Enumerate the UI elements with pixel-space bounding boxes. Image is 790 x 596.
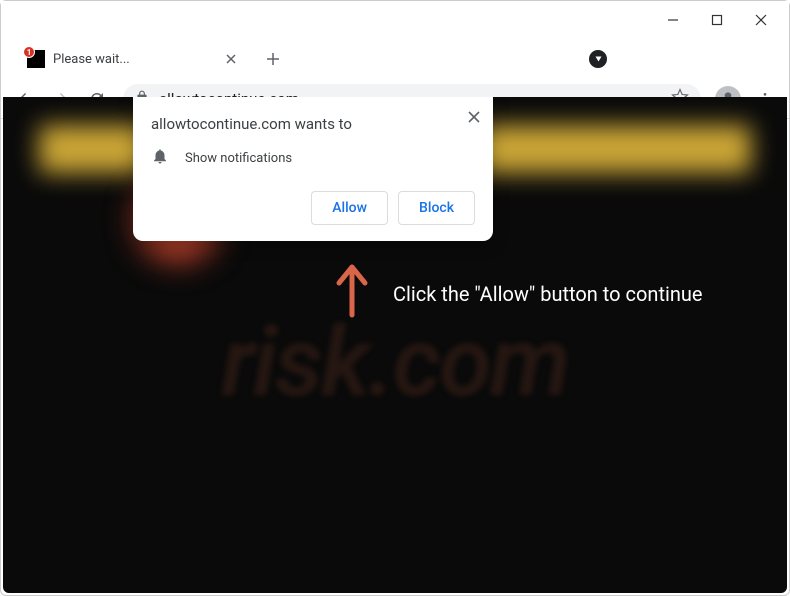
- tab-close-button[interactable]: [223, 51, 239, 67]
- browser-tab[interactable]: 1 Please wait...: [17, 42, 247, 76]
- window-minimize-button[interactable]: [651, 4, 695, 36]
- tab-title: Please wait...: [53, 52, 215, 67]
- instruction-text: Click the "Allow" button to continue: [393, 282, 703, 306]
- prompt-permission-row: Show notifications: [151, 147, 475, 169]
- block-button[interactable]: Block: [398, 191, 475, 225]
- allow-button[interactable]: Allow: [311, 191, 388, 225]
- tab-strip: 1 Please wait...: [1, 39, 789, 79]
- window-maximize-button[interactable]: [695, 4, 739, 36]
- prompt-origin-text: allowtocontinue.com wants to: [151, 115, 475, 133]
- bell-icon: [151, 147, 169, 169]
- tab-favicon: 1: [27, 50, 45, 68]
- window-titlebar: [1, 1, 789, 39]
- new-tab-button[interactable]: [259, 45, 287, 73]
- window-close-button[interactable]: [739, 4, 783, 36]
- notification-permission-prompt: allowtocontinue.com wants to Show notifi…: [133, 97, 493, 241]
- notification-badge: 1: [23, 46, 35, 58]
- prompt-permission-label: Show notifications: [185, 151, 292, 166]
- page-viewport: risk.com allowtocontinue.com wants to Sh…: [3, 97, 787, 593]
- watermark-text: risk.com: [3, 307, 787, 419]
- prompt-close-button[interactable]: [467, 109, 481, 128]
- prompt-actions: Allow Block: [151, 191, 475, 225]
- arrow-up-icon: [333, 261, 371, 325]
- media-control-indicator[interactable]: [589, 50, 607, 68]
